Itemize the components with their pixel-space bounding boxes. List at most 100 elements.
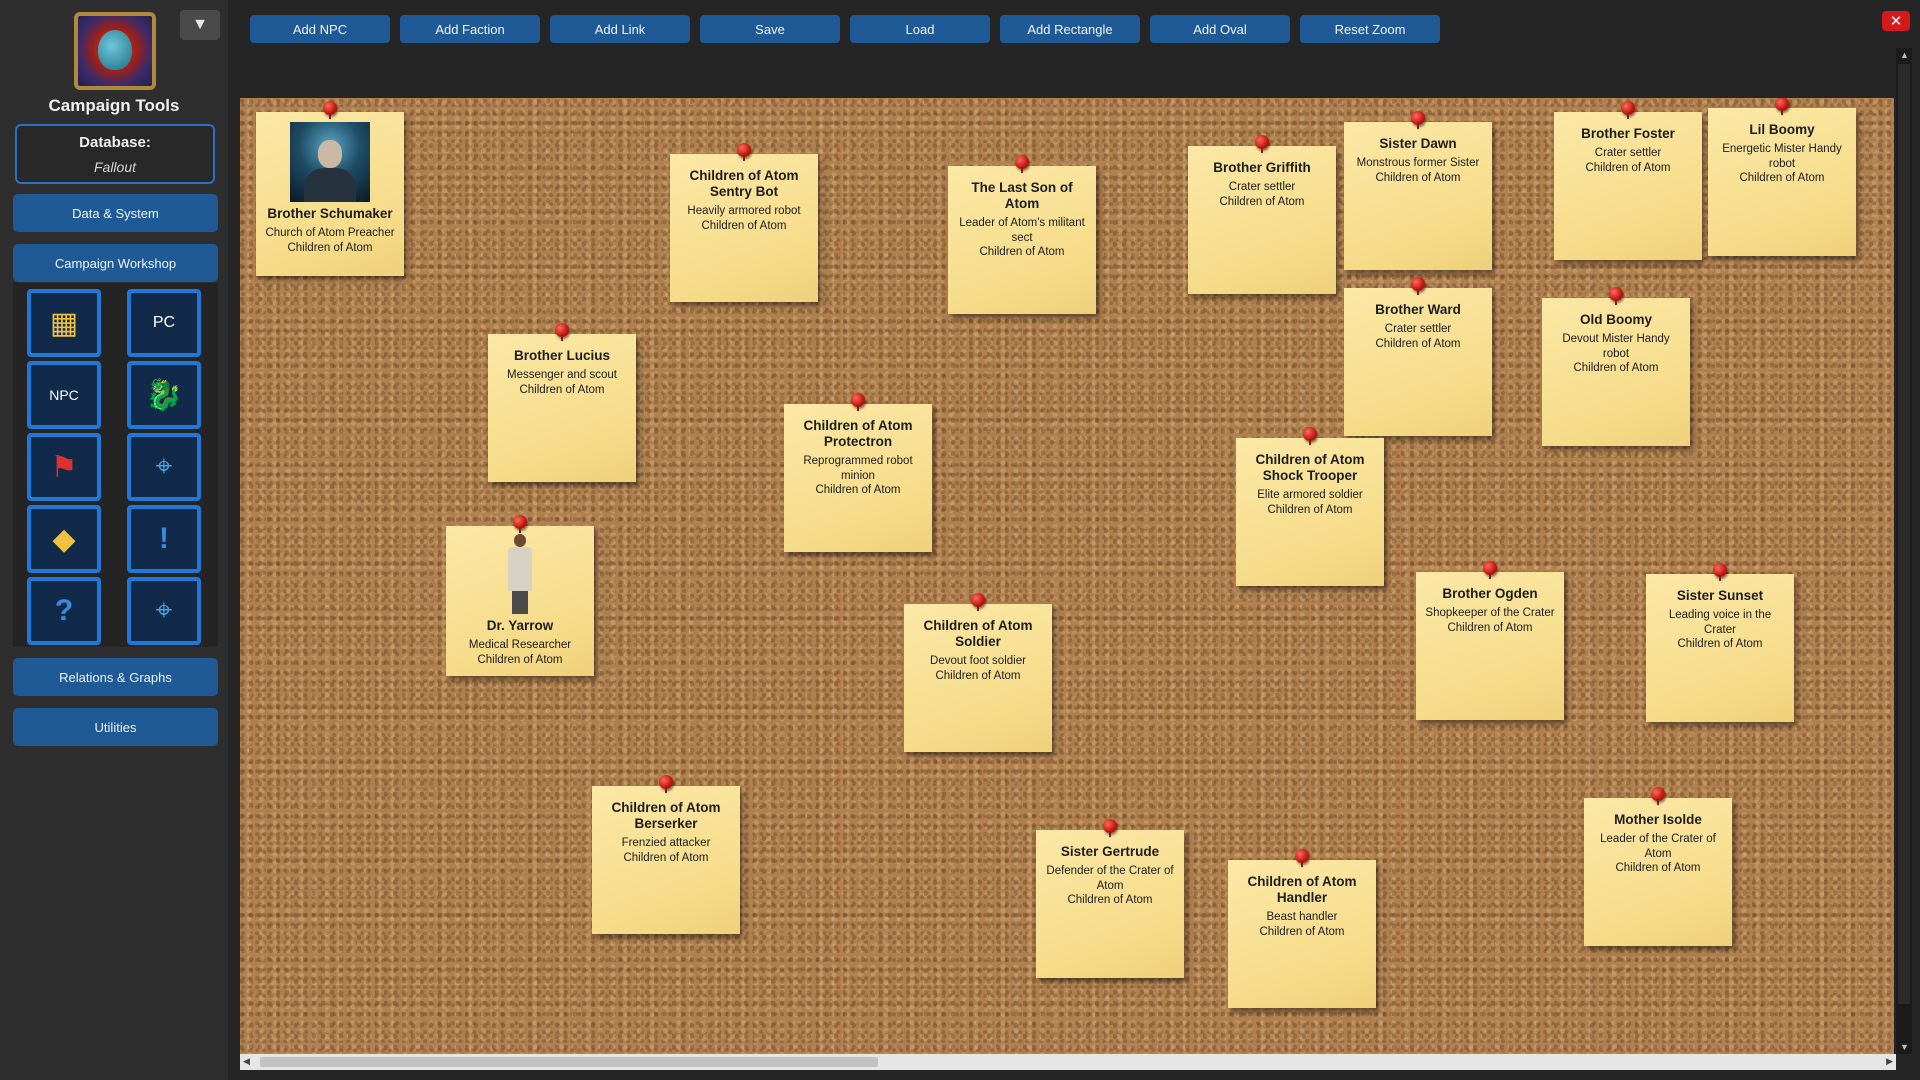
pushpin-icon — [1713, 563, 1727, 581]
npc-note[interactable]: Brother Foster Crater settler Children o… — [1554, 101, 1702, 260]
pushpin-icon — [1255, 135, 1269, 153]
npc-note[interactable]: Brother Lucius Messenger and scout Child… — [488, 323, 636, 482]
sidebar: ▼ Campaign Tools Database: Fallout Data … — [0, 0, 228, 1080]
note-faction: Children of Atom — [1447, 621, 1533, 634]
quest-exclamation-icon[interactable]: ! — [127, 505, 201, 573]
map-scroll-icon[interactable]: ▦ — [27, 289, 101, 357]
note-faction: Children of Atom — [1375, 337, 1461, 350]
npc-note[interactable]: Sister Gertrude Defender of the Crater o… — [1036, 819, 1184, 978]
treasure-icon[interactable]: ◆ — [27, 505, 101, 573]
pushpin-icon — [1609, 287, 1623, 305]
note-description: Medical Researcher — [468, 639, 572, 651]
note-faction: Children of Atom — [477, 653, 563, 666]
pc-icon[interactable]: PC — [127, 289, 201, 357]
add-link-button[interactable]: Add Link — [550, 15, 690, 43]
note-description: Beast handler — [1266, 911, 1338, 923]
npc-note[interactable]: Lil Boomy Energetic Mister Handy robot C… — [1708, 98, 1856, 256]
note-description: Church of Atom Preacher — [265, 227, 395, 239]
menu-toggle-button[interactable]: ▼ — [180, 10, 220, 40]
npc-note[interactable]: Children of Atom Handler Beast handler C… — [1228, 849, 1376, 1008]
note-description: Devout foot soldier — [930, 655, 1026, 667]
npc-note[interactable]: Dr. Yarrow Medical Researcher Children o… — [446, 515, 594, 676]
data-system-button[interactable]: Data & System — [13, 194, 218, 232]
note-title: Children of Atom Shock Trooper — [1255, 452, 1365, 483]
add-oval-button[interactable]: Add Oval — [1150, 15, 1290, 43]
note-title: Brother Lucius — [513, 348, 610, 363]
note-title: Children of Atom Berserker — [611, 800, 721, 831]
workshop-panel: ▦ PC NPC 🐉 ⚑ ⌖ ◆ ! ? ⌖ — [13, 283, 218, 647]
vertical-scroll-thumb[interactable] — [1898, 64, 1910, 1004]
chevron-down-icon: ▼ — [192, 16, 208, 33]
note-title: Children of Atom Protectron — [803, 418, 913, 449]
note-description: Energetic Mister Handy robot — [1722, 143, 1842, 170]
campaign-workshop-button[interactable]: Campaign Workshop — [13, 244, 218, 282]
relations-graphs-button[interactable]: Relations & Graphs — [13, 658, 218, 696]
pushpin-icon — [1295, 849, 1309, 867]
pushpin-icon — [1103, 819, 1117, 837]
scroll-right-icon[interactable]: ▶ — [1886, 1056, 1893, 1067]
note-title: Brother Foster — [1581, 126, 1675, 141]
reset-zoom-button[interactable]: Reset Zoom — [1300, 15, 1440, 43]
pushpin-icon — [1303, 427, 1317, 445]
scroll-left-icon[interactable]: ◀ — [243, 1056, 250, 1067]
add-npc-button[interactable]: Add NPC — [250, 15, 390, 43]
dragon-icon[interactable]: 🐉 — [127, 361, 201, 429]
note-title: Children of Atom Soldier — [923, 618, 1033, 649]
npc-note[interactable]: Children of Atom Protectron Reprogrammed… — [784, 393, 932, 552]
note-faction: Children of Atom — [1259, 925, 1345, 938]
corkboard-canvas[interactable]: Brother Schumaker Church of Atom Preache… — [240, 98, 1894, 1054]
horizontal-scrollbar[interactable]: ◀ ▶ — [240, 1054, 1896, 1070]
note-description: Shopkeeper of the Crater — [1425, 607, 1555, 619]
npc-note[interactable]: Brother Ward Crater settler Children of … — [1344, 277, 1492, 436]
npc-note[interactable]: Old Boomy Devout Mister Handy robot Chil… — [1542, 287, 1690, 446]
pushpin-icon — [1621, 101, 1635, 119]
add-faction-button[interactable]: Add Faction — [400, 15, 540, 43]
load-button[interactable]: Load — [850, 15, 990, 43]
map-pin-icon[interactable]: ⌖ — [127, 433, 201, 501]
app-title: Campaign Tools — [48, 96, 180, 115]
npc-note[interactable]: Sister Dawn Monstrous former Sister Chil… — [1344, 111, 1492, 270]
scroll-up-icon[interactable]: ▲ — [1900, 50, 1909, 60]
note-title: Lil Boomy — [1749, 122, 1815, 137]
pushpin-icon — [737, 143, 751, 161]
utilities-button[interactable]: Utilities — [13, 708, 218, 746]
npc-note[interactable]: Brother Ogden Shopkeeper of the Crater C… — [1416, 561, 1564, 720]
quest-question-icon[interactable]: ? — [27, 577, 101, 645]
note-title: Children of Atom Sentry Bot — [689, 168, 799, 199]
pushpin-icon — [971, 593, 985, 611]
save-button[interactable]: Save — [700, 15, 840, 43]
world-map-icon[interactable]: ⌖ — [127, 577, 201, 645]
npc-note[interactable]: Brother Schumaker Church of Atom Preache… — [256, 101, 404, 276]
note-title: Brother Ogden — [1442, 586, 1538, 601]
note-title: Old Boomy — [1579, 312, 1652, 327]
note-description: Crater settler — [1384, 323, 1452, 335]
vertical-scrollbar[interactable]: ▲ ▼ — [1896, 48, 1912, 1054]
npc-icon[interactable]: NPC — [27, 361, 101, 429]
note-faction: Children of Atom — [1573, 362, 1659, 374]
note-description: Messenger and scout — [507, 369, 617, 381]
npc-note[interactable]: Sister Sunset Leading voice in the Crate… — [1646, 563, 1794, 722]
npc-note[interactable]: Mother Isolde Leader of the Crater of At… — [1584, 787, 1732, 946]
horizontal-scroll-thumb[interactable] — [260, 1057, 878, 1067]
close-button[interactable]: ✕ — [1882, 11, 1910, 31]
close-icon: ✕ — [1889, 13, 1903, 30]
flag-icon[interactable]: ⚑ — [27, 433, 101, 501]
npc-note[interactable]: Children of Atom Soldier Devout foot sol… — [904, 593, 1052, 752]
pushpin-icon — [513, 515, 527, 533]
note-title: Sister Sunset — [1676, 588, 1764, 603]
pushpin-icon — [1651, 787, 1665, 805]
npc-note[interactable]: Children of Atom Sentry Bot Heavily armo… — [670, 143, 818, 302]
note-title: Mother Isolde — [1614, 812, 1702, 827]
note-faction: Children of Atom — [1739, 172, 1825, 184]
add-rectangle-button[interactable]: Add Rectangle — [1000, 15, 1140, 43]
note-faction: Children of Atom — [1219, 195, 1305, 208]
scroll-down-icon[interactable]: ▼ — [1900, 1042, 1909, 1052]
npc-note[interactable]: Brother Griffith Crater settler Children… — [1188, 135, 1336, 294]
npc-portrait — [503, 534, 537, 614]
pushpin-icon — [323, 101, 337, 119]
npc-note[interactable]: The Last Son of Atom Leader of Atom's mi… — [948, 155, 1096, 314]
npc-note[interactable]: Children of Atom Shock Trooper Elite arm… — [1236, 427, 1384, 586]
note-description: Leader of the Crater of Atom — [1600, 833, 1716, 860]
npc-note[interactable]: Children of Atom Berserker Frenzied atta… — [592, 775, 740, 934]
pushpin-icon — [1775, 98, 1789, 115]
